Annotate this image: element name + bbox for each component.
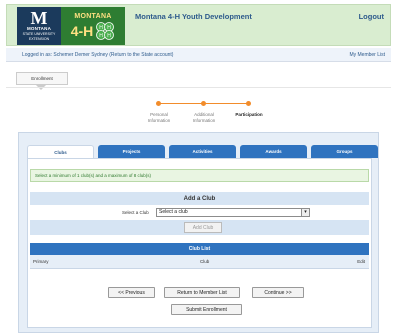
montana-4h-wordmark: MONTANA 4-H H H H H (61, 7, 125, 45)
msu-logo-extension: EXTENSION (28, 37, 50, 41)
add-club-button[interactable]: Add Club (184, 222, 222, 233)
svg-text:H: H (107, 32, 111, 38)
msu-extension-logo: M MONTANA STATE UNIVERSITY EXTENSION (17, 7, 61, 45)
column-club: Club (200, 259, 210, 264)
step-dot-personal (156, 101, 161, 106)
step-label-participation: Participation (235, 112, 263, 117)
tab-clubs[interactable]: Clubs (27, 145, 94, 158)
app-title: Montana 4-H Youth Development (135, 12, 252, 21)
step-dot-participation (246, 101, 251, 106)
add-club-heading: Add a Club (30, 192, 369, 205)
step-dot-additional (201, 101, 206, 106)
progress-connector (158, 103, 203, 104)
msu-logo-letter: M (30, 8, 48, 28)
club-select-value: Select a club (159, 209, 188, 215)
site-header: M MONTANA STATE UNIVERSITY EXTENSION MON… (6, 4, 391, 46)
logged-in-as-link[interactable]: Logged in as: Schemer Demer Sydney (Retu… (22, 52, 173, 58)
montana-4h-logo[interactable]: M MONTANA STATE UNIVERSITY EXTENSION MON… (17, 7, 125, 45)
select-club-row: Select a Club Select a club ▾ (30, 206, 369, 220)
login-status-bar: Logged in as: Schemer Demer Sydney (Retu… (6, 48, 391, 62)
4h-wordmark: 4-H (70, 22, 94, 39)
tab-awards[interactable]: Awards (240, 145, 307, 158)
progress-connector (203, 103, 248, 104)
add-club-row: Add Club (30, 220, 369, 235)
club-select[interactable]: Select a club ▾ (156, 208, 310, 217)
continue-button[interactable]: Continue >> (252, 287, 304, 298)
chevron-down-icon[interactable]: ▾ (301, 209, 309, 216)
4h-clover-icon: H H H H (96, 21, 115, 40)
svg-text:H: H (99, 24, 103, 30)
logout-link[interactable]: Logout (359, 12, 384, 21)
enrollment-panel: Clubs Projects Activities Awards Groups … (18, 132, 379, 333)
submit-enrollment-button[interactable]: Submit Enrollment (171, 304, 242, 315)
enrollment-breadcrumb[interactable]: Enrollment (16, 72, 68, 85)
column-primary: Primary (33, 259, 49, 264)
enrollment-tabs: Clubs Projects Activities Awards Groups (27, 145, 378, 158)
previous-button[interactable]: << Previous (108, 287, 155, 298)
tab-activities[interactable]: Activities (169, 145, 236, 158)
return-to-member-list-button[interactable]: Return to Member List (164, 287, 240, 298)
clubs-tab-content: Select a minimum of 1 club(s) and a maxi… (27, 158, 372, 328)
club-limit-notice: Select a minimum of 1 club(s) and a maxi… (30, 169, 369, 182)
step-label-personal: Personal Information (147, 112, 171, 123)
step-label-additional: Additional Information (192, 112, 216, 123)
tab-groups[interactable]: Groups (311, 145, 378, 158)
club-list-header-row: Primary Club Edit (30, 255, 369, 269)
tab-projects[interactable]: Projects (98, 145, 165, 158)
club-list-heading: Club List (30, 243, 369, 255)
svg-text:H: H (107, 24, 111, 30)
divider (6, 87, 391, 88)
my-member-list-link[interactable]: My Member List (349, 52, 385, 58)
column-edit: Edit (357, 259, 365, 264)
svg-text:H: H (99, 32, 103, 38)
montana-wordmark: MONTANA (74, 12, 112, 20)
select-club-label: Select a Club (122, 210, 149, 215)
